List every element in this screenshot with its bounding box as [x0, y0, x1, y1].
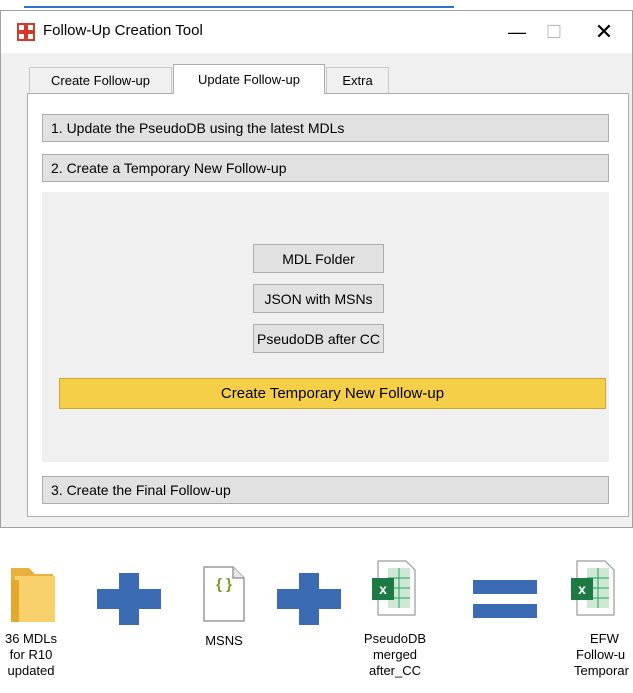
json-file-icon	[203, 566, 245, 622]
window-title: Follow-Up Creation Tool	[43, 22, 203, 39]
title-bar: Follow-Up Creation Tool — ☐ ✕	[1, 11, 632, 53]
excel-1-caption: PseudoDB merged after_CC	[363, 631, 427, 678]
section-3-button[interactable]: 3. Create the Final Follow-up	[42, 476, 609, 504]
section-2-content: MDL Folder JSON with MSNs PseudoDB after…	[42, 192, 609, 462]
json-msns-button[interactable]: JSON with MSNs	[253, 284, 384, 313]
excel-letter: x	[379, 581, 387, 597]
plus-icon	[277, 573, 341, 625]
app-window: Follow-Up Creation Tool — ☐ ✕ Create Fol…	[0, 10, 633, 528]
close-button[interactable]: ✕	[581, 11, 627, 53]
equals-icon	[473, 580, 537, 618]
excel-2-caption: EFW Follow-u Temporar	[574, 631, 629, 678]
tab-panel: 1. Update the PseudoDB using the latest …	[27, 93, 629, 517]
app-icon	[17, 23, 35, 41]
json-braces: { }	[216, 576, 232, 593]
pseudodb-after-cc-button[interactable]: PseudoDB after CC	[253, 324, 384, 353]
plus-icon	[97, 573, 161, 625]
create-temporary-follow-up-button[interactable]: Create Temporary New Follow-up	[59, 378, 606, 409]
workflow-diagram: 36 MDLs for R10 updated { } MSNS x Pseud…	[0, 528, 633, 693]
folder-caption: 36 MDLs for R10 updated	[4, 631, 58, 678]
top-underline	[24, 0, 454, 8]
tab-create-follow-up[interactable]: Create Follow-up	[29, 67, 172, 93]
section-2-button[interactable]: 2. Create a Temporary New Follow-up	[42, 154, 609, 182]
excel-letter: x	[578, 581, 586, 597]
mdl-folder-button[interactable]: MDL Folder	[253, 244, 384, 273]
tab-extra[interactable]: Extra	[326, 67, 389, 93]
json-caption: MSNS	[205, 633, 243, 648]
folder-icon	[11, 568, 55, 622]
tab-update-follow-up[interactable]: Update Follow-up	[173, 64, 325, 94]
maximize-button[interactable]: ☐	[531, 11, 577, 53]
section-1-button[interactable]: 1. Update the PseudoDB using the latest …	[42, 114, 609, 142]
